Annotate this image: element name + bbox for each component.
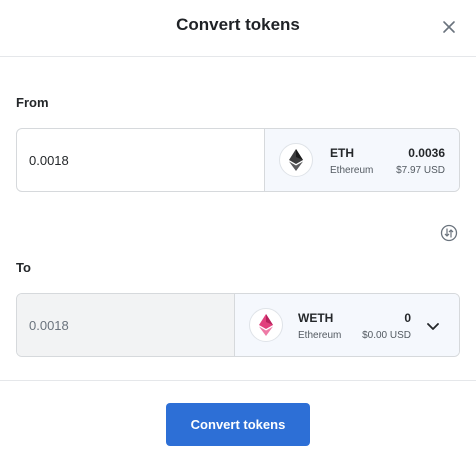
from-token-symbol: ETH — [330, 146, 354, 160]
to-token-selector[interactable]: WETH Ethereum 0 $0.00 USD — [235, 294, 459, 356]
from-token-selector[interactable]: ETH Ethereum 0.0036 $7.97 USD — [265, 129, 459, 191]
convert-tokens-button[interactable]: Convert tokens — [166, 403, 310, 446]
chevron-down-icon[interactable] — [425, 319, 441, 335]
to-token-balance: 0 — [404, 311, 411, 325]
to-token-symbol: WETH — [298, 311, 334, 325]
to-token-usd-value: $0.00 USD — [362, 330, 411, 341]
from-token-usd-value: $7.97 USD — [396, 165, 445, 176]
from-token-network: Ethereum — [330, 165, 374, 176]
swap-direction-icon[interactable] — [440, 224, 458, 242]
dialog-title: Convert tokens — [176, 15, 300, 34]
footer-divider — [0, 380, 476, 381]
to-token-network: Ethereum — [298, 330, 342, 341]
to-label: To — [16, 260, 31, 275]
from-token-balance: 0.0036 — [408, 146, 445, 160]
dialog-header: Convert tokens — [0, 0, 476, 57]
weth-icon — [249, 308, 283, 342]
from-amount-input[interactable]: 0.0018 — [17, 129, 265, 191]
to-amount-field: 0.0018 — [17, 294, 235, 356]
from-label: From — [16, 95, 49, 110]
to-field: 0.0018 WETH Ethereum 0 $0.00 USD — [16, 293, 460, 357]
from-field: 0.0018 ETH Ethereum 0.0036 $7.97 USD — [16, 128, 460, 192]
ethereum-icon — [279, 143, 313, 177]
close-icon[interactable] — [436, 14, 462, 40]
